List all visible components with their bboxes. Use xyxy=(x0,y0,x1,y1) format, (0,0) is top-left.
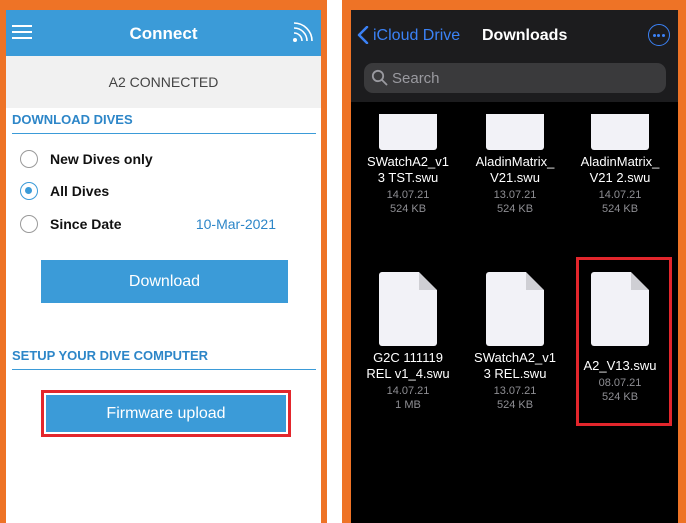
connect-app-screen: Connect A2 CONNECTED DOWNLOAD DIVES New … xyxy=(6,10,321,523)
document-icon xyxy=(591,114,649,150)
connection-status: A2 CONNECTED xyxy=(6,56,321,108)
radio-button[interactable] xyxy=(20,215,38,233)
more-options-icon[interactable] xyxy=(648,24,670,46)
file-date: 14.07.21 xyxy=(386,385,430,397)
search-icon xyxy=(371,69,388,86)
file-item[interactable]: AladinMatrix_ V21 2.swu 14.07.21 524 KB xyxy=(568,114,672,216)
chevron-left-icon[interactable] xyxy=(357,26,369,44)
radio-button[interactable] xyxy=(20,150,38,168)
file-date: 13.07.21 xyxy=(493,189,537,201)
since-date-value[interactable]: 10-Mar-2021 xyxy=(196,216,276,232)
radio-label: All Dives xyxy=(50,183,110,199)
files-app-screen: iCloud Drive Downloads Search SWatchA2_v… xyxy=(351,10,678,523)
search-area: Search xyxy=(351,60,678,102)
file-date: 13.07.21 xyxy=(493,385,537,397)
download-dives-heading: DOWNLOAD DIVES xyxy=(12,112,316,134)
file-size: 524 KB xyxy=(496,203,534,215)
document-icon xyxy=(486,272,544,346)
search-placeholder: Search xyxy=(392,70,440,87)
connection-signal-icon[interactable] xyxy=(291,22,313,44)
document-icon xyxy=(486,114,544,150)
file-highlight-box xyxy=(576,257,672,426)
document-icon xyxy=(379,272,437,346)
app-header: Connect xyxy=(6,10,321,56)
radio-new-dives-only[interactable]: New Dives only xyxy=(20,148,310,170)
document-icon xyxy=(379,114,437,150)
file-size: 524 KB xyxy=(496,399,534,411)
right-screenshot-frame: iCloud Drive Downloads Search SWatchA2_v… xyxy=(342,0,686,523)
page-title: Connect xyxy=(129,24,198,43)
file-size: 524 KB xyxy=(389,203,427,215)
radio-button-selected[interactable] xyxy=(20,182,38,200)
radio-label: Since Date xyxy=(50,216,122,232)
file-item[interactable]: G2C 111119 REL v1_4.swu 14.07.21 1 MB xyxy=(356,272,460,412)
left-screenshot-frame: Connect A2 CONNECTED DOWNLOAD DIVES New … xyxy=(0,0,327,523)
back-button[interactable]: iCloud Drive xyxy=(373,27,460,45)
radio-since-date[interactable]: Since Date 10-Mar-2021 xyxy=(20,213,310,235)
file-name: AladinMatrix_ V21 2.swu xyxy=(580,154,660,185)
folder-title: Downloads xyxy=(482,27,568,44)
file-size: 1 MB xyxy=(395,399,421,411)
file-name: G2C 111119 REL v1_4.swu xyxy=(366,350,450,381)
file-item[interactable]: SWatchA2_v1 3 TST.swu 14.07.21 524 KB xyxy=(356,114,460,216)
download-button[interactable]: Download xyxy=(41,260,288,303)
firmware-upload-button[interactable]: Firmware upload xyxy=(46,395,286,432)
file-item[interactable]: SWatchA2_v1 3 REL.swu 13.07.21 524 KB xyxy=(463,272,567,412)
setup-dive-computer-heading: SETUP YOUR DIVE COMPUTER xyxy=(12,348,316,370)
search-input[interactable]: Search xyxy=(364,63,666,93)
file-name: AladinMatrix_ V21.swu xyxy=(475,154,555,185)
radio-label: New Dives only xyxy=(50,151,153,167)
file-date: 14.07.21 xyxy=(598,189,642,201)
radio-all-dives[interactable]: All Dives xyxy=(20,180,310,202)
file-item[interactable]: AladinMatrix_ V21.swu 13.07.21 524 KB xyxy=(463,114,567,216)
file-size: 524 KB xyxy=(601,203,639,215)
files-nav-bar: iCloud Drive Downloads xyxy=(351,10,678,60)
file-name: SWatchA2_v1 3 TST.swu xyxy=(367,154,449,185)
file-date: 14.07.21 xyxy=(386,189,430,201)
file-name: SWatchA2_v1 3 REL.swu xyxy=(474,350,556,381)
